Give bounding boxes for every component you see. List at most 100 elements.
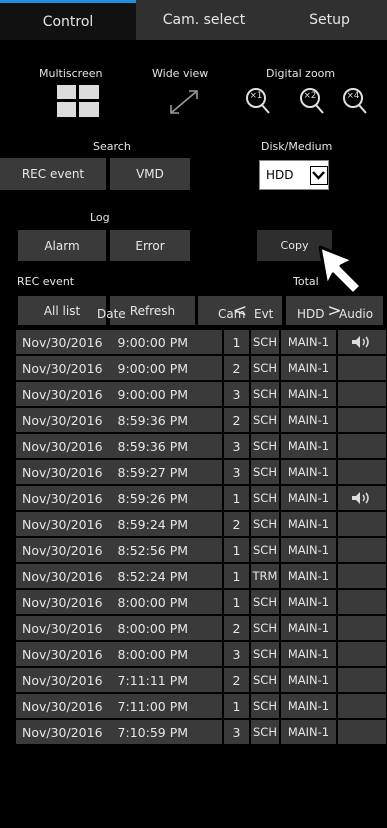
multiscreen-label: Multiscreen xyxy=(39,67,103,80)
table-row[interactable]: Nov/30/2016 8:59:27 PM 3 SCH MAIN-1 xyxy=(16,460,386,484)
zoom-x1-magnifier-icon[interactable]: ×1 xyxy=(244,86,272,116)
table-row[interactable]: Nov/30/2016 8:00:00 PM 1 SCH MAIN-1 xyxy=(16,590,386,614)
cam-cell: 1 xyxy=(224,538,249,562)
evt-cell: SCH xyxy=(251,460,279,484)
search-rec-event-button[interactable]: REC event xyxy=(0,158,106,190)
log-alarm-button[interactable]: Alarm xyxy=(18,230,106,261)
tab-cam-select[interactable]: Cam. select xyxy=(136,0,272,40)
date-cell: Nov/30/2016 8:59:24 PM xyxy=(16,512,222,536)
table-row[interactable]: Nov/30/2016 8:59:36 PM 2 SCH MAIN-1 xyxy=(16,408,386,432)
hdd-cell: MAIN-1 xyxy=(281,564,336,588)
table-row[interactable]: Nov/30/2016 8:52:56 PM 1 SCH MAIN-1 xyxy=(16,538,386,562)
hdd-cell: MAIN-1 xyxy=(281,460,336,484)
cam-cell: 2 xyxy=(224,668,249,692)
log-label: Log xyxy=(90,211,110,224)
zoom-x2-magnifier-icon[interactable]: ×2 xyxy=(298,86,326,116)
table-row[interactable]: Nov/30/2016 8:59:36 PM 3 SCH MAIN-1 xyxy=(16,434,386,458)
evt-cell: SCH xyxy=(251,538,279,562)
evt-cell: SCH xyxy=(251,616,279,640)
date-cell: Nov/30/2016 8:00:00 PM xyxy=(16,590,222,614)
audio-cell xyxy=(338,720,386,744)
audio-cell xyxy=(338,668,386,692)
search-vmd-button[interactable]: VMD xyxy=(110,158,190,190)
evt-cell: SCH xyxy=(251,486,279,510)
table-row[interactable]: Nov/30/2016 9:00:00 PM 2 SCH MAIN-1 xyxy=(16,356,386,380)
table-row[interactable]: Nov/30/2016 8:00:00 PM 3 SCH MAIN-1 xyxy=(16,642,386,666)
evt-cell: SCH xyxy=(251,694,279,718)
hdd-cell: MAIN-1 xyxy=(281,512,336,536)
date-cell: Nov/30/2016 8:59:36 PM xyxy=(16,408,222,432)
audio-cell xyxy=(338,330,386,354)
disk-selected-value: HDD xyxy=(266,168,294,182)
speaker-icon xyxy=(352,336,369,348)
table-row[interactable]: Nov/30/2016 8:59:26 PM 1 SCH MAIN-1 xyxy=(16,486,386,510)
cam-cell: 2 xyxy=(224,408,249,432)
hdd-cell: MAIN-1 xyxy=(281,694,336,718)
evt-cell: SCH xyxy=(251,512,279,536)
column-header-date: Date xyxy=(97,307,126,321)
table-row[interactable]: Nov/30/2016 9:00:00 PM 1 SCH MAIN-1 xyxy=(16,330,386,354)
wide-view-expand-arrow-icon[interactable] xyxy=(166,86,202,118)
cam-cell: 3 xyxy=(224,642,249,666)
rec-event-label: REC event xyxy=(17,275,75,288)
evt-cell: SCH xyxy=(251,382,279,406)
audio-cell xyxy=(338,408,386,432)
date-cell: Nov/30/2016 8:52:24 PM xyxy=(16,564,222,588)
hdd-cell: MAIN-1 xyxy=(281,434,336,458)
tab-setup[interactable]: Setup xyxy=(272,0,387,40)
table-row[interactable]: Nov/30/2016 7:10:59 PM 3 SCH MAIN-1 xyxy=(16,720,386,744)
evt-cell: SCH xyxy=(251,356,279,380)
cam-cell: 1 xyxy=(224,590,249,614)
tab-bar: Control Cam. select Setup xyxy=(0,0,387,40)
hdd-cell: MAIN-1 xyxy=(281,330,336,354)
hdd-cell: MAIN-1 xyxy=(281,590,336,614)
zoom-x4-magnifier-icon[interactable]: ×4 xyxy=(341,86,369,116)
disk-medium-label: Disk/Medium xyxy=(261,140,333,153)
column-header-cam: Cam xyxy=(218,307,246,321)
hdd-cell: MAIN-1 xyxy=(281,356,336,380)
hdd-cell: MAIN-1 xyxy=(281,538,336,562)
cam-cell: 2 xyxy=(224,356,249,380)
speaker-icon xyxy=(352,492,369,504)
audio-cell xyxy=(338,382,386,406)
hdd-cell: MAIN-1 xyxy=(281,486,336,510)
table-row[interactable]: Nov/30/2016 7:11:00 PM 1 SCH MAIN-1 xyxy=(16,694,386,718)
date-cell: Nov/30/2016 8:59:27 PM xyxy=(16,460,222,484)
cam-cell: 1 xyxy=(224,694,249,718)
cam-cell: 1 xyxy=(224,564,249,588)
date-cell: Nov/30/2016 9:00:00 PM xyxy=(16,382,222,406)
date-cell: Nov/30/2016 8:59:36 PM xyxy=(16,434,222,458)
cam-cell: 1 xyxy=(224,486,249,510)
hdd-cell: MAIN-1 xyxy=(281,668,336,692)
audio-cell xyxy=(338,694,386,718)
audio-cell xyxy=(338,512,386,536)
evt-cell: SCH xyxy=(251,590,279,614)
date-cell: Nov/30/2016 7:10:59 PM xyxy=(16,720,222,744)
table-row[interactable]: Nov/30/2016 8:52:24 PM 1 TRM MAIN-1 xyxy=(16,564,386,588)
log-error-button[interactable]: Error xyxy=(110,230,190,261)
multiscreen-grid-icon[interactable] xyxy=(57,85,99,117)
cam-cell: 2 xyxy=(224,616,249,640)
audio-cell xyxy=(338,642,386,666)
chevron-down-icon xyxy=(309,165,328,185)
audio-cell xyxy=(338,616,386,640)
table-row[interactable]: Nov/30/2016 9:00:00 PM 3 SCH MAIN-1 xyxy=(16,382,386,406)
date-cell: Nov/30/2016 7:11:00 PM xyxy=(16,694,222,718)
cam-cell: 3 xyxy=(224,434,249,458)
tab-control[interactable]: Control xyxy=(0,0,136,40)
date-cell: Nov/30/2016 8:00:00 PM xyxy=(16,642,222,666)
table-row[interactable]: Nov/30/2016 8:00:00 PM 2 SCH MAIN-1 xyxy=(16,616,386,640)
audio-cell xyxy=(338,356,386,380)
search-label: Search xyxy=(93,140,131,153)
digital-zoom-label: Digital zoom xyxy=(266,67,336,80)
evt-cell: SCH xyxy=(251,408,279,432)
zoom-x4-level: ×4 xyxy=(346,91,360,101)
disk-medium-select[interactable]: HDD xyxy=(259,160,329,190)
zoom-x1-level: ×1 xyxy=(249,91,263,101)
date-cell: Nov/30/2016 9:00:00 PM xyxy=(16,356,222,380)
hdd-cell: MAIN-1 xyxy=(281,616,336,640)
all-list-button[interactable]: All list xyxy=(18,296,106,325)
date-cell: Nov/30/2016 8:00:00 PM xyxy=(16,616,222,640)
table-row[interactable]: Nov/30/2016 7:11:11 PM 2 SCH MAIN-1 xyxy=(16,668,386,692)
table-row[interactable]: Nov/30/2016 8:59:24 PM 2 SCH MAIN-1 xyxy=(16,512,386,536)
